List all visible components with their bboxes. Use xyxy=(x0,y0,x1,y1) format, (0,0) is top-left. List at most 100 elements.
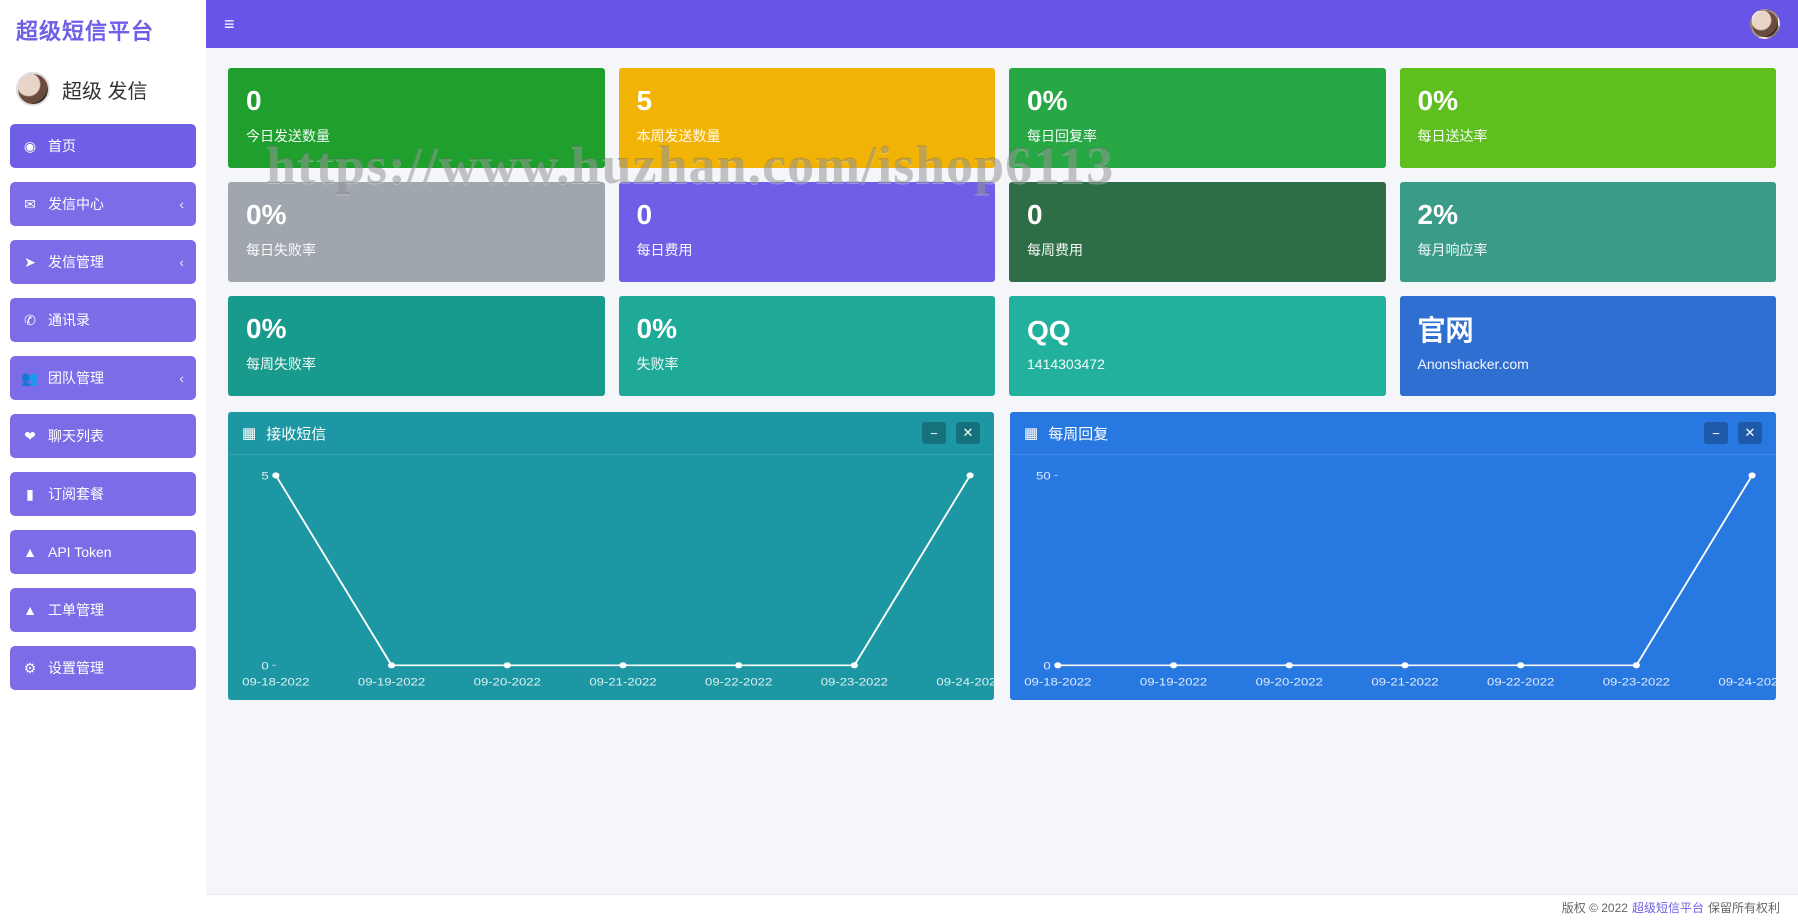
stat-label: 失败率 xyxy=(637,354,978,374)
panel-minimize-button[interactable]: − xyxy=(1704,422,1728,444)
panel-body: 0 5 09-18-2022 09-19-2022 09-20-2022 09-21-20… xyxy=(228,455,994,700)
stat-value: QQ xyxy=(1027,316,1368,347)
sidebar-item-label: 订阅套餐 xyxy=(48,484,104,504)
stat-card-3[interactable]: 0% 每日送达率 xyxy=(1400,68,1777,168)
stat-label: 每日回复率 xyxy=(1027,126,1368,146)
stat-card-11[interactable]: 官网Anonshacker.com xyxy=(1400,296,1777,396)
brand-title: 超级短信平台 xyxy=(10,0,196,64)
sidebar-item-5[interactable]: ❤ 聊天列表 xyxy=(10,414,196,458)
stat-card-10[interactable]: QQ 1414303472 xyxy=(1009,296,1386,396)
sidebar-item-6[interactable]: ▮订阅套餐 xyxy=(10,472,196,516)
stat-label: 每日费用 xyxy=(637,240,978,260)
content: https://www.huzhan.com/ishop6113 0今日发送数量… xyxy=(206,48,1798,894)
gear-icon: ⚙ xyxy=(22,660,38,677)
table-icon: ▦ xyxy=(1024,424,1038,442)
panel-receive-sms: ▦ 接收短信 − ✕ 0 5 09-18-2022 09-19-2022 09-20-2… xyxy=(228,412,994,700)
stat-card-7[interactable]: 2% 每月响应率 xyxy=(1400,182,1777,282)
sidebar-item-label: 发信管理 xyxy=(48,252,104,272)
topbar-avatar[interactable] xyxy=(1750,9,1780,39)
chart-receive-sms: 0 5 09-18-2022 09-19-2022 09-20-2022 09-21-20… xyxy=(228,455,994,700)
panel-close-button[interactable]: ✕ xyxy=(1738,422,1762,444)
svg-text:09-18-2022: 09-18-2022 xyxy=(1024,676,1091,689)
stat-value: 2% xyxy=(1418,200,1759,231)
sidebar-item-3[interactable]: ✆ 通讯录 xyxy=(10,298,196,342)
panel-minimize-button[interactable]: − xyxy=(922,422,946,444)
stat-value: 0 xyxy=(246,86,587,117)
warn-icon: ▲ xyxy=(22,602,38,618)
table-icon: ▦ xyxy=(242,424,256,442)
sidebar-user[interactable]: 超级 发信 xyxy=(10,64,196,124)
stat-card-9[interactable]: 0% 失败率 xyxy=(619,296,996,396)
svg-text:09-19-2022: 09-19-2022 xyxy=(358,676,425,689)
chart-weekly-reply: 05009-18-202209-19-202209-20-202209-21-2… xyxy=(1010,455,1776,700)
sidebar: 超级短信平台 超级 发信 ◉首页✉发信中心‹➤发信管理‹✆通讯录👥团队管理‹❤聊… xyxy=(0,0,206,920)
chevron-left-icon: ‹ xyxy=(179,196,184,212)
svg-text:50: 50 xyxy=(1036,469,1051,482)
svg-text:09-20-2022: 09-20-2022 xyxy=(474,676,541,689)
panel-head: ▦ 接收短信 − ✕ xyxy=(228,412,994,455)
user-name: 超级 发信 xyxy=(62,75,148,104)
sidebar-item-2[interactable]: ➤发信管理‹ xyxy=(10,240,196,284)
svg-text:09-21-2022: 09-21-2022 xyxy=(1371,676,1438,689)
svg-text:09-24-2022: 09-24-2022 xyxy=(1718,676,1776,689)
sidebar-item-9[interactable]: ⚙ 设置管理 xyxy=(10,646,196,690)
sidebar-item-label: 团队管理 xyxy=(48,368,104,388)
stat-label: 今日发送数量 xyxy=(246,126,587,146)
avatar xyxy=(16,72,50,106)
svg-text:0: 0 xyxy=(261,659,269,672)
stat-label: 每日失败率 xyxy=(246,240,587,260)
svg-text:5: 5 xyxy=(261,469,269,482)
panel-title: 接收短信 xyxy=(266,423,326,444)
panel-head: ▦ 每周回复 − ✕ xyxy=(1010,412,1776,455)
stat-value: 0 xyxy=(637,200,978,231)
chevron-left-icon: ‹ xyxy=(179,370,184,386)
stat-label: Anonshacker.com xyxy=(1418,356,1759,372)
stat-label: 每日送达率 xyxy=(1418,126,1759,146)
sidebar-item-4[interactable]: 👥 团队管理 ‹ xyxy=(10,356,196,400)
svg-text:09-24-2022: 09-24-2022 xyxy=(936,676,994,689)
users-icon: 👥 xyxy=(22,370,38,387)
phone-icon: ✆ xyxy=(22,312,38,329)
stat-label: 1414303472 xyxy=(1027,356,1368,372)
sidebar-item-label: 设置管理 xyxy=(48,658,104,678)
svg-text:09-18-2022: 09-18-2022 xyxy=(242,676,309,689)
wechat-icon: ❤ xyxy=(22,428,38,445)
svg-text:09-23-2022: 09-23-2022 xyxy=(1603,676,1670,689)
sidebar-item-8[interactable]: ▲工单管理 xyxy=(10,588,196,632)
stat-value: 0% xyxy=(637,314,978,345)
stat-value: 0% xyxy=(1418,86,1759,117)
sidebar-item-label: 聊天列表 xyxy=(48,426,104,446)
panel-title: 每周回复 xyxy=(1048,423,1108,444)
stat-label: 每周费用 xyxy=(1027,240,1368,260)
sidebar-item-0[interactable]: ◉首页 xyxy=(10,124,196,168)
sidebar-nav: ◉首页✉发信中心‹➤发信管理‹✆通讯录👥团队管理‹❤聊天列表▮订阅套餐▲API … xyxy=(10,124,196,690)
svg-text:09-19-2022: 09-19-2022 xyxy=(1140,676,1207,689)
stat-card-5[interactable]: 0 每日费用 xyxy=(619,182,996,282)
sidebar-item-label: 通讯录 xyxy=(48,310,90,330)
topbar: ≡ xyxy=(206,0,1798,48)
dashboard-icon: ◉ xyxy=(22,138,38,155)
stat-label: 每周失败率 xyxy=(246,354,587,374)
stat-value: 0% xyxy=(246,200,587,231)
stat-value: 0 xyxy=(1027,200,1368,231)
sidebar-item-1[interactable]: ✉发信中心‹ xyxy=(10,182,196,226)
stat-card-6[interactable]: 0 每周费用 xyxy=(1009,182,1386,282)
stat-value: 5 xyxy=(637,86,978,117)
stat-card-4[interactable]: 0% 每日失败率 xyxy=(228,182,605,282)
stat-value: 0% xyxy=(1027,86,1368,117)
stat-card-8[interactable]: 0% 每周失败率 xyxy=(228,296,605,396)
panel-close-button[interactable]: ✕ xyxy=(956,422,980,444)
stat-card-1[interactable]: 5本周发送数量 xyxy=(619,68,996,168)
hamburger-icon[interactable]: ≡ xyxy=(224,14,235,35)
sidebar-item-7[interactable]: ▲API Token xyxy=(10,530,196,574)
svg-text:0: 0 xyxy=(1043,659,1051,672)
svg-text:09-21-2022: 09-21-2022 xyxy=(589,676,656,689)
mail-icon: ✉ xyxy=(22,196,38,213)
stat-card-2[interactable]: 0% 每日回复率 xyxy=(1009,68,1386,168)
stat-card-0[interactable]: 0 今日发送数量 xyxy=(228,68,605,168)
warn-icon: ▲ xyxy=(22,544,38,560)
stat-value: 0% xyxy=(246,314,587,345)
footer-link[interactable]: 超级短信平台 xyxy=(1632,899,1704,916)
chevron-left-icon: ‹ xyxy=(179,254,184,270)
stat-label: 每月响应率 xyxy=(1418,240,1759,260)
